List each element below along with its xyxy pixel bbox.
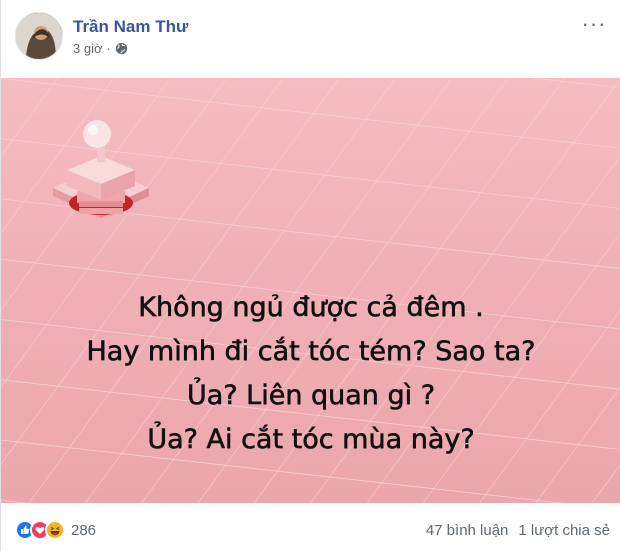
reaction-count: 286	[71, 521, 97, 539]
post-image[interactable]: Không ngủ được cả đêm . Hay mình đi cắt …	[1, 78, 620, 503]
globe-icon[interactable]	[115, 42, 128, 55]
author-name[interactable]: Trần Nam Thư	[73, 17, 188, 37]
caption-line: Hay mình đi cắt tóc tém? Sao ta?	[86, 336, 536, 368]
more-options-button[interactable]: ···	[580, 11, 608, 36]
post-meta: 3 giờ ·	[73, 41, 188, 56]
image-caption: Không ngủ được cả đêm . Hay mình đi cắt …	[1, 286, 620, 462]
header-text: Trần Nam Thư 3 giờ ·	[73, 17, 188, 56]
post-header: Trần Nam Thư 3 giờ ·	[15, 12, 188, 60]
meta-separator: ·	[106, 40, 111, 56]
post-footer: 286 47 bình luận 1 lượt chia sẻ	[15, 517, 610, 543]
caption-line: Ủa? Ai cắt tóc mùa này?	[147, 424, 475, 456]
reactions-summary[interactable]: 286	[15, 520, 96, 540]
facebook-post: Trần Nam Thư 3 giờ · ··· Không ngủ được …	[0, 0, 620, 551]
comments-count[interactable]: 47 bình luận	[426, 522, 509, 539]
post-time[interactable]: 3 giờ	[73, 41, 103, 56]
post-stats: 47 bình luận 1 lượt chia sẻ	[426, 522, 610, 539]
more-options-icon: ···	[581, 11, 607, 36]
shares-count[interactable]: 1 lượt chia sẻ	[518, 522, 610, 539]
avatar[interactable]	[15, 12, 63, 60]
haha-icon	[45, 520, 65, 540]
caption-line: Không ngủ được cả đêm .	[138, 292, 484, 324]
caption-line: Ủa? Liên quan gì ?	[186, 380, 436, 412]
